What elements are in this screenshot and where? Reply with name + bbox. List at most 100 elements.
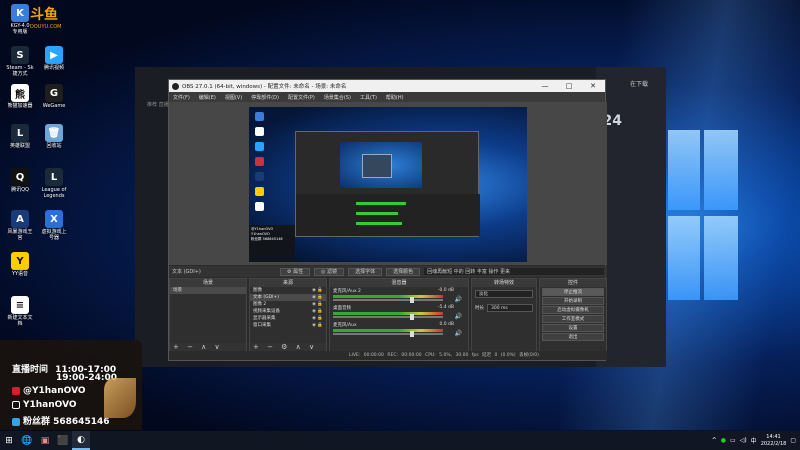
maximize-button[interactable]: □: [557, 82, 581, 90]
desktop-icon-label: 新建文本文 档: [7, 315, 33, 327]
menu-file[interactable]: 文件(F): [173, 94, 190, 101]
desktop-icon-image: S: [11, 46, 29, 64]
sources-dock: 来源 图像 ◉ 🔒 文本 (GDI+) ◉ 🔒 图像 2 ◉ 🔒 视频采集设备 ◉ 🔒 显示器采…: [249, 278, 327, 353]
mixer-volume-slider[interactable]: [333, 316, 443, 318]
mixer-channel-level: 0.0 dB: [439, 322, 454, 327]
source-visibility-lock-icons[interactable]: ◉ 🔒: [312, 322, 323, 329]
mixer-volume-slider[interactable]: [333, 333, 443, 335]
source-visibility-lock-icons[interactable]: ◉ 🔒: [312, 287, 323, 294]
source-visibility-lock-icons[interactable]: ◉ 🔒: [312, 294, 323, 301]
source-item[interactable]: 显示器采集 ◉ 🔒: [250, 315, 326, 322]
menu-view[interactable]: 视图(V): [225, 94, 242, 101]
desktop-icon-image: Q: [11, 168, 29, 186]
taskbar: ⊞ 🌐 ▣ ⬛ ◐ ^ ● ▭ ◁) 中 14:41 2022/2/18 ▢: [0, 431, 800, 450]
source-visibility-lock-icons[interactable]: ◉ 🔒: [312, 308, 323, 315]
taskbar-app-browser[interactable]: 🌐: [18, 431, 36, 450]
filters-button[interactable]: ◎ 滤镜: [314, 267, 345, 276]
tray-network-icon[interactable]: ▭: [730, 437, 736, 444]
source-item[interactable]: 图像 ◉ 🔒: [250, 287, 326, 294]
taskbar-app-3[interactable]: ⬛: [54, 431, 72, 450]
virtual-camera-button[interactable]: 启动虚拟摄像机: [542, 306, 604, 314]
transition-type-select[interactable]: 淡化: [475, 290, 533, 298]
obs-docks: 场景 场景 + − ∧ ∨ 来源 图像 ◉ 🔒 文本 (GDI+) ◉ 🔒 图像 2 ◉ …: [169, 278, 607, 353]
stop-streaming-button[interactable]: 停止推流: [542, 288, 604, 296]
source-item[interactable]: 文本 (GDI+) ◉ 🔒: [250, 294, 326, 301]
desktop-icon-label: 虚拟游戏上 号器: [41, 229, 67, 241]
desktop-icon[interactable]: S Steam - Sk 捷方式: [2, 46, 38, 77]
source-visibility-lock-icons[interactable]: ◉ 🔒: [312, 301, 323, 308]
desktop-icon[interactable]: L 英雄联盟: [2, 124, 38, 149]
mixer-volume-knob[interactable]: [410, 314, 414, 320]
close-button[interactable]: ✕: [581, 82, 605, 90]
desktop-icon-label: YY语音: [11, 271, 29, 277]
duration-input[interactable]: 300 ms: [487, 304, 533, 312]
menu-edit[interactable]: 编辑(E): [199, 94, 216, 101]
mixer-volume-knob[interactable]: [410, 297, 414, 303]
obs-window[interactable]: OBS 27.0.1 (64-bit, windows) - 配置文件: 未命名…: [168, 79, 607, 361]
desktop-icon[interactable]: K KGY-4.0 专用版: [2, 4, 38, 35]
source-item[interactable]: 视频采集设备 ◉ 🔒: [250, 308, 326, 315]
scene-item[interactable]: 场景: [170, 287, 246, 294]
obs-preview[interactable]: @Y1hanOVO Y1hanOVO 粉丝群 568645146: [169, 102, 607, 265]
schedule-label: 直播时间: [12, 365, 49, 375]
select-font-button[interactable]: 选择字体: [348, 267, 383, 276]
speaker-icon[interactable]: 🔊: [455, 330, 462, 337]
taskbar-app-obs[interactable]: ◐: [72, 431, 90, 450]
mixer-volume-slider[interactable]: [333, 299, 443, 301]
desktop-icon[interactable]: G WeGame: [36, 84, 72, 109]
mixer-channel-name: 麦克风/Aux: [333, 323, 357, 328]
desktop-icon[interactable]: Q 腾讯QQ: [2, 168, 38, 193]
desktop-icon-image: L: [45, 168, 63, 186]
mixer-channel-level: -0.0 dB: [437, 288, 454, 293]
mixer-volume-knob[interactable]: [410, 331, 414, 337]
notifications-icon[interactable]: ▢: [790, 437, 796, 444]
minimize-button[interactable]: —: [533, 82, 557, 90]
exit-button[interactable]: 退出: [542, 333, 604, 341]
speaker-icon[interactable]: 🔊: [455, 313, 462, 320]
context-text-field[interactable]: 回魂再献短 中的 回转 丰富 操作 更来: [424, 268, 604, 275]
weibo-handle: @Y1hanOVO: [23, 386, 86, 396]
system-tray: ^ ● ▭ ◁) 中 14:41 2022/2/18 ▢: [712, 431, 796, 450]
start-button[interactable]: ⊞: [0, 431, 18, 450]
taskbar-app-2[interactable]: ▣: [36, 431, 54, 450]
desktop-icon-image: A: [11, 210, 29, 228]
controls-header: 控件: [540, 279, 606, 287]
tray-chevron-icon[interactable]: ^: [712, 437, 717, 444]
obs-titlebar[interactable]: OBS 27.0.1 (64-bit, windows) - 配置文件: 未命名…: [169, 80, 605, 92]
speaker-icon[interactable]: 🔊: [455, 296, 462, 303]
status-live: LIVE: 00:00:00: [349, 353, 384, 358]
scenes-header: 场景: [170, 279, 246, 287]
properties-button[interactable]: ⚙ 属性: [280, 267, 311, 276]
mixer-channel-name: 桌面音频: [333, 306, 351, 311]
menu-help[interactable]: 帮助(H): [386, 94, 404, 101]
tray-volume-icon[interactable]: ◁): [740, 437, 747, 444]
menu-tools[interactable]: 工具(T): [360, 94, 377, 101]
tray-wechat-icon[interactable]: ●: [721, 437, 726, 444]
taskbar-clock[interactable]: 14:41 2022/2/18: [761, 434, 787, 448]
desktop-icon[interactable]: X 虚拟游戏上 号器: [36, 210, 72, 241]
select-color-button[interactable]: 选择颜色: [386, 267, 421, 276]
desktop-icon[interactable]: ▶ 腾讯视频: [36, 46, 72, 71]
menu-profile[interactable]: 配置文件(P): [288, 94, 315, 101]
menu-docks[interactable]: 停靠部件(D): [251, 94, 279, 101]
desktop-icon-label: 风暴游戏王 官: [7, 229, 33, 241]
start-recording-button[interactable]: 开始录制: [542, 297, 604, 305]
desktop-icon[interactable]: A 风暴游戏王 官: [2, 210, 38, 241]
studio-mode-button[interactable]: 工作室模式: [542, 315, 604, 323]
desktop-icon-label: League of Legends: [41, 187, 67, 199]
source-item[interactable]: 图像 2 ◉ 🔒: [250, 301, 326, 308]
menu-scene-collection[interactable]: 场景集合(S): [324, 94, 351, 101]
source-item[interactable]: 窗口采集 ◉ 🔒: [250, 322, 326, 329]
settings-button[interactable]: 设置: [542, 324, 604, 332]
desktop-icon[interactable]: 🗑 回收站: [36, 124, 72, 149]
desktop-icon[interactable]: L League of Legends: [36, 168, 72, 199]
tray-language[interactable]: 中: [751, 436, 757, 445]
mixer-channel-name: 麦克风/Aux 2: [333, 289, 361, 294]
desktop-icon[interactable]: Y YY语音: [2, 252, 38, 277]
desktop-icon-label: KGY-4.0 专用版: [10, 23, 30, 35]
source-visibility-lock-icons[interactable]: ◉ 🔒: [312, 315, 323, 322]
desktop-icon[interactable]: 熊熊猫加速器: [2, 84, 38, 109]
douyin-handle: Y1hanOVO: [23, 400, 77, 410]
mixer-meter: [333, 312, 443, 315]
desktop-icon[interactable]: ≡ 新建文本文 档: [2, 296, 38, 327]
